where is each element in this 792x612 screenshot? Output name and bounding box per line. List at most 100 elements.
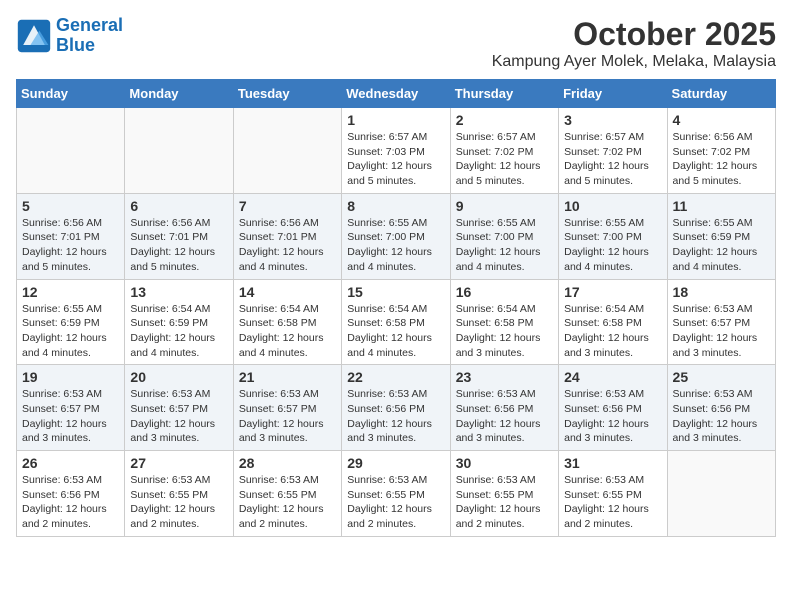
- day-info: Sunrise: 6:53 AM Sunset: 6:56 PM Dayligh…: [673, 387, 770, 446]
- day-header-sunday: Sunday: [17, 80, 125, 108]
- day-info: Sunrise: 6:53 AM Sunset: 6:57 PM Dayligh…: [239, 387, 336, 446]
- day-info: Sunrise: 6:53 AM Sunset: 6:55 PM Dayligh…: [239, 473, 336, 532]
- day-number: 14: [239, 284, 336, 300]
- calendar-cell: 4Sunrise: 6:56 AM Sunset: 7:02 PM Daylig…: [667, 108, 775, 194]
- day-number: 2: [456, 112, 553, 128]
- calendar-cell: 3 Sunrise: 6:57 AM Sunset: 7:02 PM Daylig…: [559, 108, 667, 194]
- day-number: 23: [456, 369, 553, 385]
- day-number: 28: [239, 455, 336, 471]
- day-info: Sunrise: 6:54 AM Sunset: 6:58 PM Dayligh…: [456, 302, 553, 361]
- calendar-cell: 1 Sunrise: 6:57 AM Sunset: 7:03 PM Daylig…: [342, 108, 450, 194]
- calendar-cell: [17, 108, 125, 194]
- day-number: 22: [347, 369, 444, 385]
- calendar-cell: 19 Sunrise: 6:53 AM Sunset: 6:57 PM Dayli…: [17, 365, 125, 451]
- day-header-saturday: Saturday: [667, 80, 775, 108]
- day-header-friday: Friday: [559, 80, 667, 108]
- day-info: Sunrise: 6:54 AM Sunset: 6:58 PM Dayligh…: [239, 302, 336, 361]
- calendar-cell: 31Sunrise: 6:53 AM Sunset: 6:55 PM Dayli…: [559, 451, 667, 537]
- title-block: October 2025 Kampung Ayer Molek, Melaka,…: [492, 16, 776, 71]
- calendar-cell: 7Sunrise: 6:56 AM Sunset: 7:01 PM Daylig…: [233, 193, 341, 279]
- logo-icon: [16, 18, 52, 54]
- day-info: Sunrise: 6:55 AM Sunset: 6:59 PM Dayligh…: [673, 216, 770, 275]
- day-info: Sunrise: 6:55 AM Sunset: 7:00 PM Dayligh…: [456, 216, 553, 275]
- day-info: Sunrise: 6:57 AM Sunset: 7:03 PM Dayligh…: [347, 130, 444, 189]
- day-info: Sunrise: 6:53 AM Sunset: 6:57 PM Dayligh…: [673, 302, 770, 361]
- day-info: Sunrise: 6:56 AM Sunset: 7:01 PM Dayligh…: [22, 216, 119, 275]
- day-info: Sunrise: 6:53 AM Sunset: 6:55 PM Dayligh…: [564, 473, 661, 532]
- day-number: 3: [564, 112, 661, 128]
- calendar-cell: [125, 108, 233, 194]
- day-number: 19: [22, 369, 119, 385]
- day-header-tuesday: Tuesday: [233, 80, 341, 108]
- day-number: 20: [130, 369, 227, 385]
- day-number: 29: [347, 455, 444, 471]
- calendar-cell: [233, 108, 341, 194]
- day-info: Sunrise: 6:53 AM Sunset: 6:56 PM Dayligh…: [347, 387, 444, 446]
- calendar-week-row: 1 Sunrise: 6:57 AM Sunset: 7:03 PM Daylig…: [17, 108, 776, 194]
- day-number: 25: [673, 369, 770, 385]
- calendar-cell: 12 Sunrise: 6:55 AM Sunset: 6:59 PM Dayli…: [17, 279, 125, 365]
- calendar-cell: 9Sunrise: 6:55 AM Sunset: 7:00 PM Daylig…: [450, 193, 558, 279]
- calendar-header-row: SundayMondayTuesdayWednesdayThursdayFrid…: [17, 80, 776, 108]
- calendar-cell: 6Sunrise: 6:56 AM Sunset: 7:01 PM Daylig…: [125, 193, 233, 279]
- calendar-cell: 21 Sunrise: 6:53 AM Sunset: 6:57 PM Dayli…: [233, 365, 341, 451]
- day-info: Sunrise: 6:53 AM Sunset: 6:55 PM Dayligh…: [130, 473, 227, 532]
- day-number: 30: [456, 455, 553, 471]
- day-info: Sunrise: 6:53 AM Sunset: 6:56 PM Dayligh…: [456, 387, 553, 446]
- day-number: 16: [456, 284, 553, 300]
- day-number: 18: [673, 284, 770, 300]
- day-number: 24: [564, 369, 661, 385]
- day-header-wednesday: Wednesday: [342, 80, 450, 108]
- day-info: Sunrise: 6:54 AM Sunset: 6:59 PM Dayligh…: [130, 302, 227, 361]
- day-info: Sunrise: 6:53 AM Sunset: 6:55 PM Dayligh…: [456, 473, 553, 532]
- logo-general: General: [56, 15, 123, 35]
- calendar-week-row: 26Sunrise: 6:53 AM Sunset: 6:56 PM Dayli…: [17, 451, 776, 537]
- day-number: 26: [22, 455, 119, 471]
- day-number: 12: [22, 284, 119, 300]
- day-info: Sunrise: 6:57 AM Sunset: 7:02 PM Dayligh…: [456, 130, 553, 189]
- day-number: 21: [239, 369, 336, 385]
- calendar-cell: 18 Sunrise: 6:53 AM Sunset: 6:57 PM Dayli…: [667, 279, 775, 365]
- calendar-cell: 2 Sunrise: 6:57 AM Sunset: 7:02 PM Daylig…: [450, 108, 558, 194]
- calendar-cell: 26Sunrise: 6:53 AM Sunset: 6:56 PM Dayli…: [17, 451, 125, 537]
- day-info: Sunrise: 6:53 AM Sunset: 6:56 PM Dayligh…: [564, 387, 661, 446]
- calendar-cell: 15Sunrise: 6:54 AM Sunset: 6:58 PM Dayli…: [342, 279, 450, 365]
- calendar-cell: 11Sunrise: 6:55 AM Sunset: 6:59 PM Dayli…: [667, 193, 775, 279]
- calendar-cell: 16 Sunrise: 6:54 AM Sunset: 6:58 PM Dayli…: [450, 279, 558, 365]
- calendar-table: SundayMondayTuesdayWednesdayThursdayFrid…: [16, 79, 776, 537]
- day-number: 8: [347, 198, 444, 214]
- day-info: Sunrise: 6:53 AM Sunset: 6:57 PM Dayligh…: [130, 387, 227, 446]
- calendar-cell: 22 Sunrise: 6:53 AM Sunset: 6:56 PM Dayli…: [342, 365, 450, 451]
- logo: General Blue: [16, 16, 123, 56]
- calendar-cell: 30 Sunrise: 6:53 AM Sunset: 6:55 PM Dayli…: [450, 451, 558, 537]
- day-info: Sunrise: 6:54 AM Sunset: 6:58 PM Dayligh…: [564, 302, 661, 361]
- calendar-cell: 24 Sunrise: 6:53 AM Sunset: 6:56 PM Dayli…: [559, 365, 667, 451]
- day-number: 15: [347, 284, 444, 300]
- month-title: October 2025: [492, 16, 776, 53]
- calendar-cell: 29 Sunrise: 6:53 AM Sunset: 6:55 PM Dayli…: [342, 451, 450, 537]
- day-info: Sunrise: 6:57 AM Sunset: 7:02 PM Dayligh…: [564, 130, 661, 189]
- day-info: Sunrise: 6:53 AM Sunset: 6:57 PM Dayligh…: [22, 387, 119, 446]
- calendar-cell: 20 Sunrise: 6:53 AM Sunset: 6:57 PM Dayli…: [125, 365, 233, 451]
- calendar-week-row: 19 Sunrise: 6:53 AM Sunset: 6:57 PM Dayli…: [17, 365, 776, 451]
- day-number: 10: [564, 198, 661, 214]
- calendar-cell: [667, 451, 775, 537]
- day-number: 6: [130, 198, 227, 214]
- day-info: Sunrise: 6:56 AM Sunset: 7:02 PM Dayligh…: [673, 130, 770, 189]
- calendar-cell: 25 Sunrise: 6:53 AM Sunset: 6:56 PM Dayli…: [667, 365, 775, 451]
- calendar-cell: 17 Sunrise: 6:54 AM Sunset: 6:58 PM Dayli…: [559, 279, 667, 365]
- day-header-thursday: Thursday: [450, 80, 558, 108]
- day-info: Sunrise: 6:55 AM Sunset: 6:59 PM Dayligh…: [22, 302, 119, 361]
- day-number: 13: [130, 284, 227, 300]
- day-number: 17: [564, 284, 661, 300]
- day-header-monday: Monday: [125, 80, 233, 108]
- calendar-week-row: 12 Sunrise: 6:55 AM Sunset: 6:59 PM Dayli…: [17, 279, 776, 365]
- day-info: Sunrise: 6:53 AM Sunset: 6:55 PM Dayligh…: [347, 473, 444, 532]
- calendar-cell: 10Sunrise: 6:55 AM Sunset: 7:00 PM Dayli…: [559, 193, 667, 279]
- calendar-cell: 13 Sunrise: 6:54 AM Sunset: 6:59 PM Dayli…: [125, 279, 233, 365]
- day-number: 1: [347, 112, 444, 128]
- calendar-cell: 14 Sunrise: 6:54 AM Sunset: 6:58 PM Dayli…: [233, 279, 341, 365]
- logo-blue: Blue: [56, 35, 95, 55]
- day-number: 7: [239, 198, 336, 214]
- day-number: 5: [22, 198, 119, 214]
